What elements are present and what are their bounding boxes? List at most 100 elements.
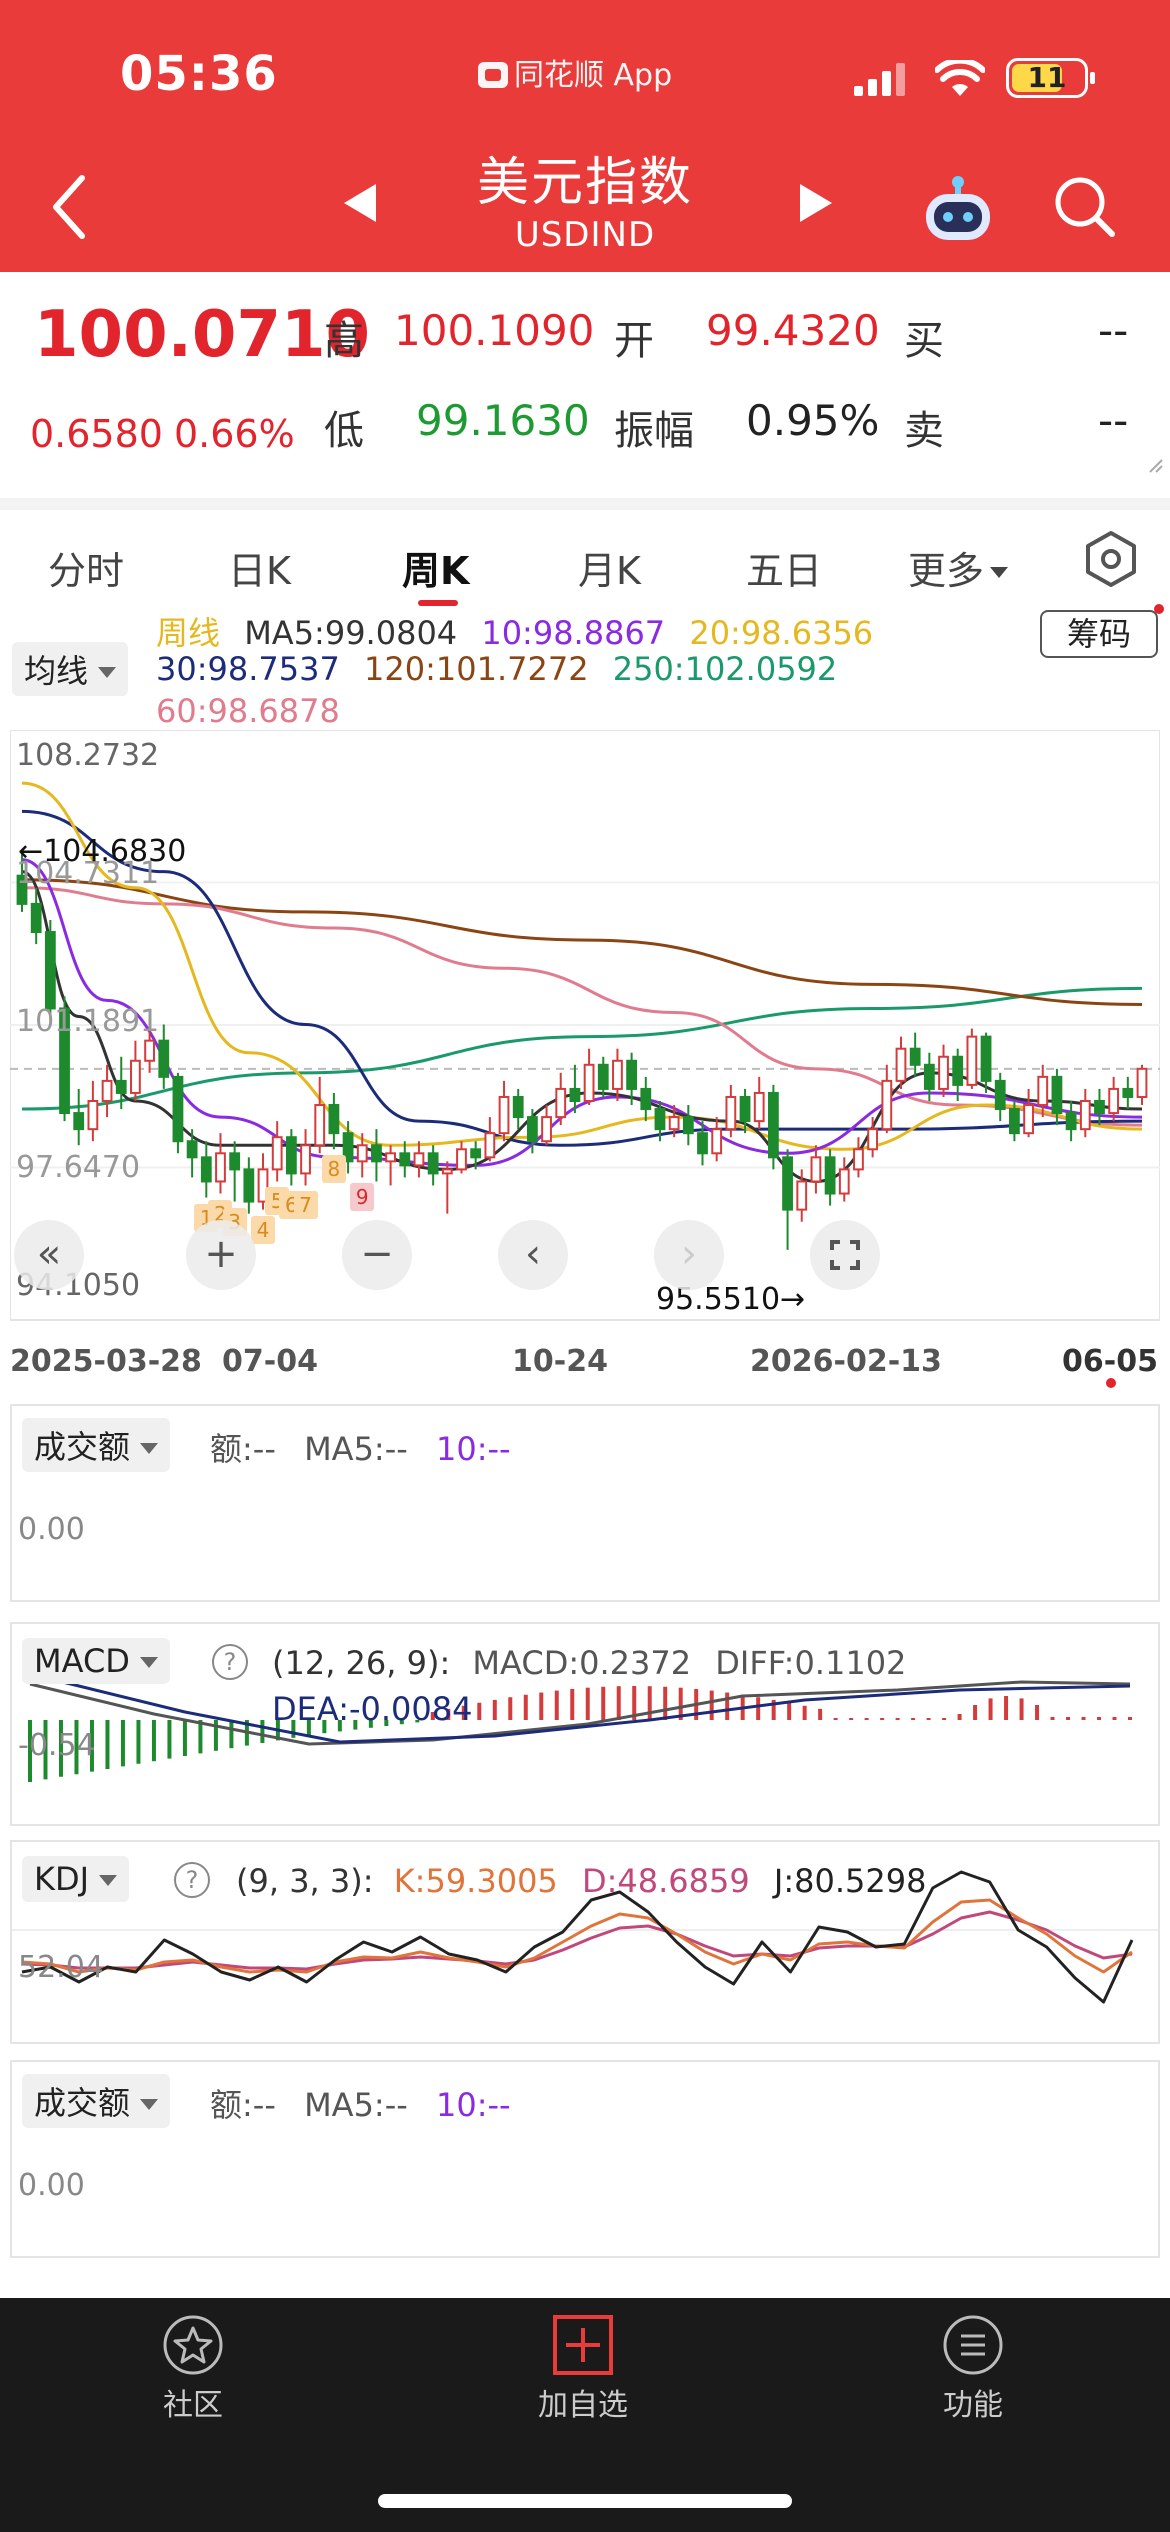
candle-body bbox=[767, 1091, 779, 1159]
candle-body bbox=[1136, 1067, 1148, 1098]
y-label-3: 101.1891 bbox=[16, 1004, 160, 1039]
sell-value: -- bbox=[1098, 396, 1129, 445]
sell-label: 卖 bbox=[904, 408, 944, 454]
sequence-number: 7 bbox=[293, 1191, 318, 1220]
candle-body bbox=[1108, 1087, 1120, 1115]
volume-2-zero: 0.00 bbox=[18, 2168, 85, 2203]
candle bbox=[427, 1145, 439, 1186]
search-icon[interactable] bbox=[1052, 174, 1118, 240]
tab-daily-k[interactable]: 日K bbox=[228, 540, 291, 595]
back-icon[interactable] bbox=[48, 172, 88, 242]
candle bbox=[130, 1040, 141, 1102]
settings-hexagon-icon[interactable] bbox=[1084, 530, 1138, 588]
indicator-selector-kdj[interactable]: KDJ bbox=[22, 1856, 130, 1902]
candle bbox=[101, 1064, 113, 1118]
candle-body bbox=[838, 1168, 850, 1195]
indicator-selector-ma[interactable]: 均线 bbox=[12, 642, 129, 696]
legend-ma30: 30:98.7537 bbox=[156, 650, 340, 688]
volume-2-label: 成交额 bbox=[34, 2084, 131, 2122]
candle-body bbox=[285, 1136, 297, 1175]
candle-body bbox=[44, 931, 56, 1010]
last-price: 100.0710 bbox=[34, 298, 371, 372]
nav-add-watchlist[interactable]: 加自选 bbox=[503, 2380, 663, 2424]
app-root: 05:36 同花顺 App 11 美元指数 USDIND 100.0710 0.… bbox=[0, 0, 1170, 2532]
candle-body bbox=[753, 1091, 765, 1123]
page-title: 美元指数 bbox=[476, 153, 693, 213]
macd-label: MACD bbox=[34, 1642, 130, 1680]
volume-panel-1 bbox=[10, 1404, 1160, 1602]
candle-body bbox=[87, 1100, 99, 1131]
candle bbox=[938, 1044, 949, 1097]
candle bbox=[215, 1133, 226, 1194]
tab-monthly-k[interactable]: 月K bbox=[578, 540, 641, 595]
header-bar: 05:36 同花顺 App 11 美元指数 USDIND bbox=[0, 0, 1170, 272]
macd-params: (12, 26, 9): bbox=[272, 1644, 451, 1682]
kdj-k: K:59.3005 bbox=[393, 1862, 558, 1900]
candle bbox=[824, 1149, 836, 1206]
scroll-far-left-button[interactable]: « bbox=[14, 1220, 84, 1290]
candle-body bbox=[101, 1079, 113, 1103]
tab-more[interactable]: 更多 bbox=[908, 540, 1009, 595]
macd-help-icon[interactable]: ? bbox=[212, 1644, 248, 1680]
candle-body bbox=[30, 902, 42, 934]
candle bbox=[895, 1036, 907, 1089]
price-change: 0.6580 bbox=[30, 412, 163, 456]
expand-corner-icon[interactable] bbox=[1148, 458, 1164, 474]
volume-2-ma10: 10:-- bbox=[435, 2086, 511, 2124]
candle-body bbox=[356, 1144, 368, 1163]
candle bbox=[1023, 1088, 1034, 1138]
functions-menu-icon[interactable] bbox=[940, 2312, 1006, 2378]
candle-body bbox=[385, 1152, 397, 1163]
candle bbox=[158, 1024, 170, 1089]
candle-body bbox=[994, 1079, 1006, 1111]
candle-body bbox=[300, 1144, 311, 1175]
fullscreen-button[interactable] bbox=[810, 1220, 880, 1290]
candle bbox=[838, 1157, 850, 1202]
candle bbox=[966, 1028, 978, 1089]
volume-1-ma5: MA5:-- bbox=[304, 1430, 408, 1468]
add-watchlist-icon[interactable] bbox=[552, 2314, 614, 2376]
candle-body bbox=[271, 1136, 283, 1171]
nav-functions[interactable]: 功能 bbox=[893, 2380, 1053, 2424]
candle bbox=[512, 1088, 524, 1130]
candle-body bbox=[895, 1047, 907, 1082]
page-subtitle: USDIND bbox=[514, 215, 656, 255]
tab-five-day[interactable]: 五日 bbox=[746, 540, 822, 595]
indicator-selector-volume-2[interactable]: 成交额 bbox=[22, 2074, 171, 2128]
chip-distribution-button[interactable]: 筹码 bbox=[1040, 610, 1158, 658]
zoom-in-button[interactable]: + bbox=[186, 1220, 256, 1290]
candle bbox=[767, 1084, 779, 1170]
candle-body bbox=[229, 1152, 241, 1171]
tab-weekly-k[interactable]: 周K bbox=[402, 540, 469, 595]
candle-body bbox=[782, 1156, 793, 1211]
candle bbox=[498, 1080, 510, 1142]
kline-chart[interactable] bbox=[10, 730, 1160, 1326]
scroll-left-button[interactable]: ‹ bbox=[498, 1220, 568, 1290]
zoom-out-button[interactable]: − bbox=[342, 1220, 412, 1290]
candle-body bbox=[824, 1156, 836, 1195]
nav-community[interactable]: 社区 bbox=[113, 2380, 273, 2424]
candle bbox=[909, 1032, 921, 1077]
volume-2-amount: 额:-- bbox=[210, 2086, 276, 2124]
indicator-selector-macd[interactable]: MACD bbox=[22, 1638, 170, 1684]
candle-body bbox=[626, 1059, 638, 1090]
active-tab-indicator bbox=[418, 600, 458, 606]
candle bbox=[1136, 1064, 1148, 1106]
candle-body bbox=[158, 1039, 170, 1078]
indicator-selector-volume-1[interactable]: 成交额 bbox=[22, 1418, 171, 1472]
candle bbox=[314, 1076, 326, 1154]
candle bbox=[853, 1137, 864, 1178]
prev-symbol-icon[interactable] bbox=[342, 182, 378, 224]
community-icon[interactable] bbox=[160, 2312, 226, 2378]
next-symbol-icon[interactable] bbox=[798, 182, 834, 224]
candle-body bbox=[1037, 1075, 1049, 1107]
tab-intraday[interactable]: 分时 bbox=[48, 540, 124, 595]
candle-body bbox=[810, 1156, 822, 1183]
candle bbox=[541, 1105, 552, 1146]
candle-body bbox=[328, 1104, 340, 1135]
status-time: 05:36 bbox=[120, 46, 278, 102]
legend-ma5: MA5:99.0804 bbox=[244, 614, 458, 652]
scroll-right-button[interactable]: › bbox=[654, 1220, 724, 1290]
robot-assistant-icon[interactable] bbox=[920, 172, 996, 244]
kdj-help-icon[interactable]: ? bbox=[174, 1862, 210, 1898]
